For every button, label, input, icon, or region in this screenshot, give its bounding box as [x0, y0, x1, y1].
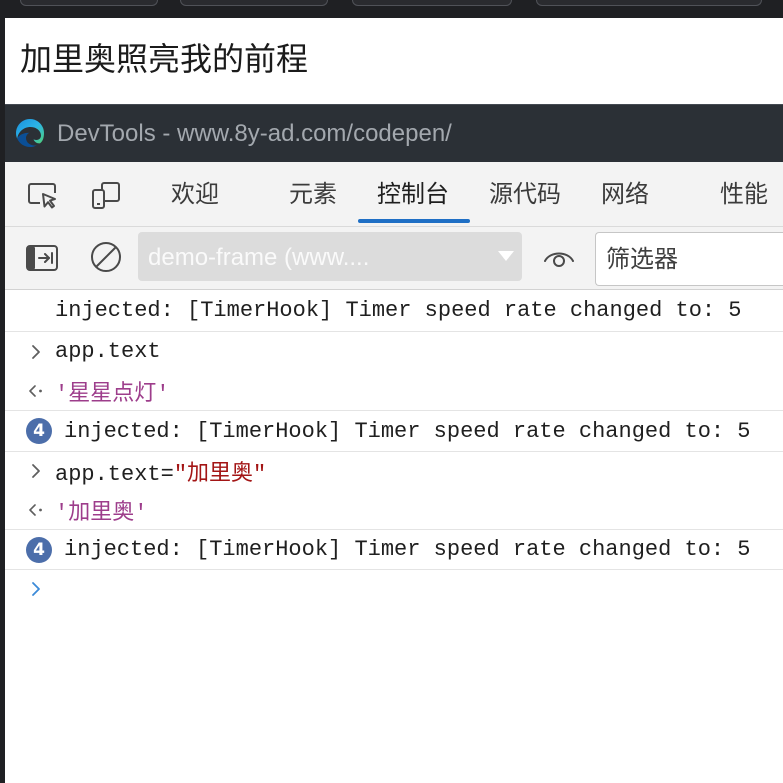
eye-icon[interactable] — [543, 247, 575, 271]
console-sidebar-icon[interactable] — [26, 245, 58, 271]
edge-logo-icon — [16, 119, 44, 147]
result-arrow-icon — [29, 503, 42, 516]
console-messages: injected: [TimerHook] Timer speed rate c… — [5, 290, 783, 783]
tab-elements[interactable]: 元素 — [289, 162, 337, 226]
repeat-count-badge: 4 — [26, 418, 52, 444]
top-tab[interactable] — [536, 0, 762, 6]
context-selector[interactable]: demo-frame (www.... — [138, 232, 522, 281]
top-tab[interactable] — [352, 0, 512, 6]
console-input-code: app.text= — [55, 462, 174, 487]
clear-console-icon[interactable] — [90, 241, 122, 273]
top-strip — [0, 0, 783, 18]
console-input-text: app.text — [55, 339, 161, 364]
tab-network[interactable]: 网络 — [601, 162, 649, 226]
window-title: DevTools - www.8y-ad.com/codepen/ — [57, 120, 452, 147]
page-area: 加里奥照亮我的前程 — [5, 18, 783, 104]
context-selector-value: demo-frame (www.... — [148, 244, 370, 271]
console-toolbar: demo-frame (www.... — [5, 227, 783, 290]
tab-welcome[interactable]: 欢迎 — [171, 162, 219, 226]
console-result-text: '星星点灯' — [55, 381, 170, 407]
dropdown-arrow-icon — [498, 251, 514, 261]
top-tab[interactable] — [180, 0, 328, 6]
tab-sources[interactable]: 源代码 — [489, 162, 561, 226]
input-chevron-icon — [32, 464, 40, 478]
console-message: 4 injected: [TimerHook] Timer speed rate… — [5, 411, 783, 452]
filter-input[interactable] — [595, 232, 783, 286]
console-result-entry: '加里奥' — [5, 490, 783, 530]
top-tab[interactable] — [20, 0, 158, 6]
page-heading: 加里奥照亮我的前程 — [20, 40, 309, 78]
input-chevron-icon — [32, 344, 40, 359]
tab-console[interactable]: 控制台 — [358, 162, 470, 226]
prompt-chevron-icon — [32, 582, 40, 596]
console-prompt[interactable] — [5, 570, 783, 608]
console-input-text: app.text="加里奥" — [55, 455, 266, 487]
console-message: injected: [TimerHook] Timer speed rate c… — [5, 290, 783, 332]
console-input-entry: app.text — [5, 332, 783, 371]
inspect-element-icon[interactable] — [26, 179, 58, 211]
devtools-tabbar: 欢迎 元素 控制台 源代码 网络 性能 — [5, 162, 783, 227]
console-input-entry: app.text="加里奥" — [5, 452, 783, 490]
devtools-window: DevTools - www.8y-ad.com/codepen/ 欢迎 元素 … — [5, 104, 783, 783]
screen: 加里奥照亮我的前程 DevTools - www.8y-ad.com/codep… — [0, 0, 783, 783]
devtools-titlebar[interactable]: DevTools - www.8y-ad.com/codepen/ — [5, 104, 783, 162]
console-message-text: injected: [TimerHook] Timer speed rate c… — [64, 418, 751, 444]
console-input-string: "加里奥" — [173, 462, 267, 487]
console-result-entry: '星星点灯' — [5, 371, 783, 411]
result-arrow-icon — [29, 384, 42, 397]
device-emulation-icon[interactable] — [90, 179, 122, 211]
repeat-count-badge: 4 — [26, 536, 52, 563]
console-message: 4 injected: [TimerHook] Timer speed rate… — [5, 530, 783, 570]
tab-performance[interactable]: 性能 — [720, 162, 768, 226]
console-message-text: injected: [TimerHook] Timer speed rate c… — [64, 537, 751, 562]
console-message-text: injected: [TimerHook] Timer speed rate c… — [55, 298, 742, 323]
console-result-text: '加里奥' — [55, 500, 148, 526]
